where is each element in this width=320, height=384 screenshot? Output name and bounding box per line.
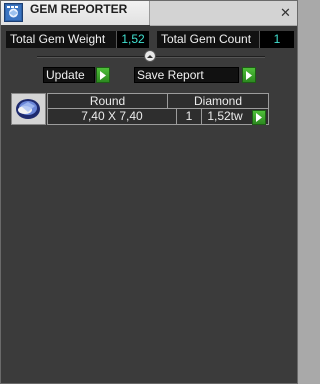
window-title: GEM REPORTER — [30, 2, 128, 16]
title-bar-filler — [150, 1, 297, 26]
collapse-arrow-icon[interactable] — [144, 50, 156, 62]
save-report-play-icon[interactable] — [242, 67, 256, 83]
gem-row-play-icon[interactable] — [252, 110, 266, 125]
gem-table: Round Diamond 7,40 X 7,40 1 1,52tw — [47, 93, 269, 125]
title-tab[interactable]: GEM REPORTER — [1, 1, 150, 25]
gem-count: 1 — [185, 109, 193, 123]
gem-thumbnail — [11, 93, 46, 125]
close-icon[interactable]: ✕ — [277, 4, 294, 21]
gem-shape: Round — [89, 94, 126, 108]
gem-reporter-window: GEM REPORTER ✕ Total Gem Weight 1,52 Tot… — [0, 0, 298, 384]
gem-size: 7,40 X 7,40 — [81, 109, 143, 123]
update-play-icon[interactable] — [96, 67, 110, 83]
update-button[interactable]: Update — [43, 67, 95, 83]
title-bar: GEM REPORTER ✕ — [1, 1, 297, 26]
gem-material: Diamond — [193, 94, 243, 108]
gem-weight: 1,52tw — [207, 109, 243, 123]
total-gem-count-label: Total Gem Count — [157, 31, 259, 48]
gem-reporter-app-icon — [4, 3, 23, 22]
total-gem-weight: Total Gem Weight 1,52 — [6, 31, 149, 48]
total-gem-weight-value: 1,52 — [116, 31, 149, 48]
save-report-button[interactable]: Save Report — [134, 67, 239, 83]
total-gem-count: Total Gem Count 1 — [157, 31, 294, 48]
total-gem-count-value: 1 — [259, 31, 294, 48]
total-gem-weight-label: Total Gem Weight — [6, 31, 116, 48]
